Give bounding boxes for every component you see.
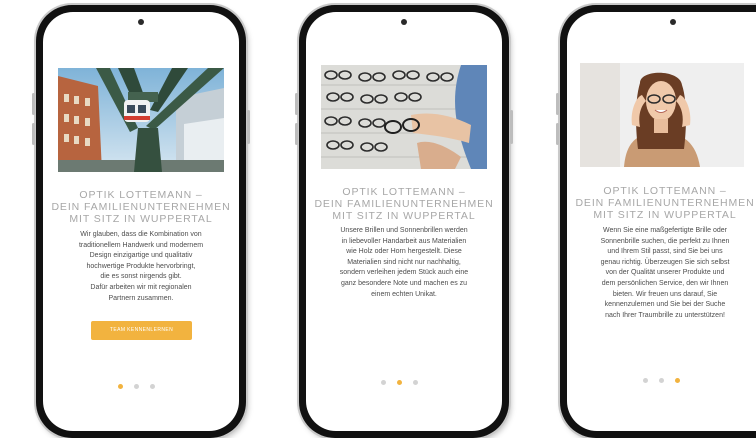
phone-screen: OPTIK LOTTEMANN – DEIN FAMILIENUNTERNEHM…: [43, 12, 239, 431]
woman-trying-glasses-photo: [580, 63, 744, 167]
slide-body-text: Unsere Brillen und Sonnenbrillen werden …: [339, 227, 469, 298]
phone-side-button: [32, 93, 35, 115]
phone-side-button: [295, 93, 298, 115]
phone-mockup-1: OPTIK LOTTEMANN – DEIN FAMILIENUNTERNEHM…: [32, 5, 250, 438]
slide-title: OPTIK LOTTEMANN – DEIN FAMILIENUNTERNEHM…: [51, 189, 231, 225]
pagination-dot-3[interactable]: [413, 380, 418, 385]
phone-side-button: [32, 123, 35, 145]
carousel-pagination: [643, 378, 680, 383]
phone-side-button: [295, 123, 298, 145]
front-camera: [401, 19, 407, 25]
phone-screen: OPTIK LOTTEMANN – DEIN FAMILIENUNTERNEHM…: [567, 12, 756, 431]
pagination-dot-1[interactable]: [118, 384, 123, 389]
phone-side-button: [247, 110, 250, 144]
pagination-dot-2[interactable]: [659, 378, 664, 383]
phone-mockup-3: OPTIK LOTTEMANN – DEIN FAMILIENUNTERNEHM…: [556, 5, 756, 438]
pagination-dot-1[interactable]: [381, 380, 386, 385]
phone-side-button: [556, 93, 559, 115]
slide-body-text: Wenn Sie eine maßgefertigte Brille oder …: [600, 227, 730, 319]
eyewear-display-wall-photo: [321, 65, 487, 169]
pagination-dot-3[interactable]: [675, 378, 680, 383]
pagination-dot-2[interactable]: [397, 380, 402, 385]
carousel-pagination: [381, 380, 418, 385]
phone-side-button: [510, 110, 513, 144]
phone-side-button: [556, 123, 559, 145]
carousel-pagination: [118, 384, 155, 389]
slide-body-text: Wir glauben, dass die Kombination von tr…: [78, 231, 204, 302]
pagination-dot-1[interactable]: [643, 378, 648, 383]
slide-title: OPTIK LOTTEMANN – DEIN FAMILIENUNTERNEHM…: [314, 186, 494, 222]
phone-mockup-2: OPTIK LOTTEMANN – DEIN FAMILIENUNTERNEHM…: [295, 5, 513, 438]
pagination-dot-3[interactable]: [150, 384, 155, 389]
front-camera: [670, 19, 676, 25]
phone-screen: OPTIK LOTTEMANN – DEIN FAMILIENUNTERNEHM…: [306, 12, 502, 431]
pagination-dot-2[interactable]: [134, 384, 139, 389]
front-camera: [138, 19, 144, 25]
slide-title: OPTIK LOTTEMANN – DEIN FAMILIENUNTERNEHM…: [575, 185, 755, 221]
wuppertal-suspension-railway-photo: [58, 68, 224, 172]
team-kennenlernen-button[interactable]: TEAM KENNENLERNEN: [91, 321, 192, 340]
